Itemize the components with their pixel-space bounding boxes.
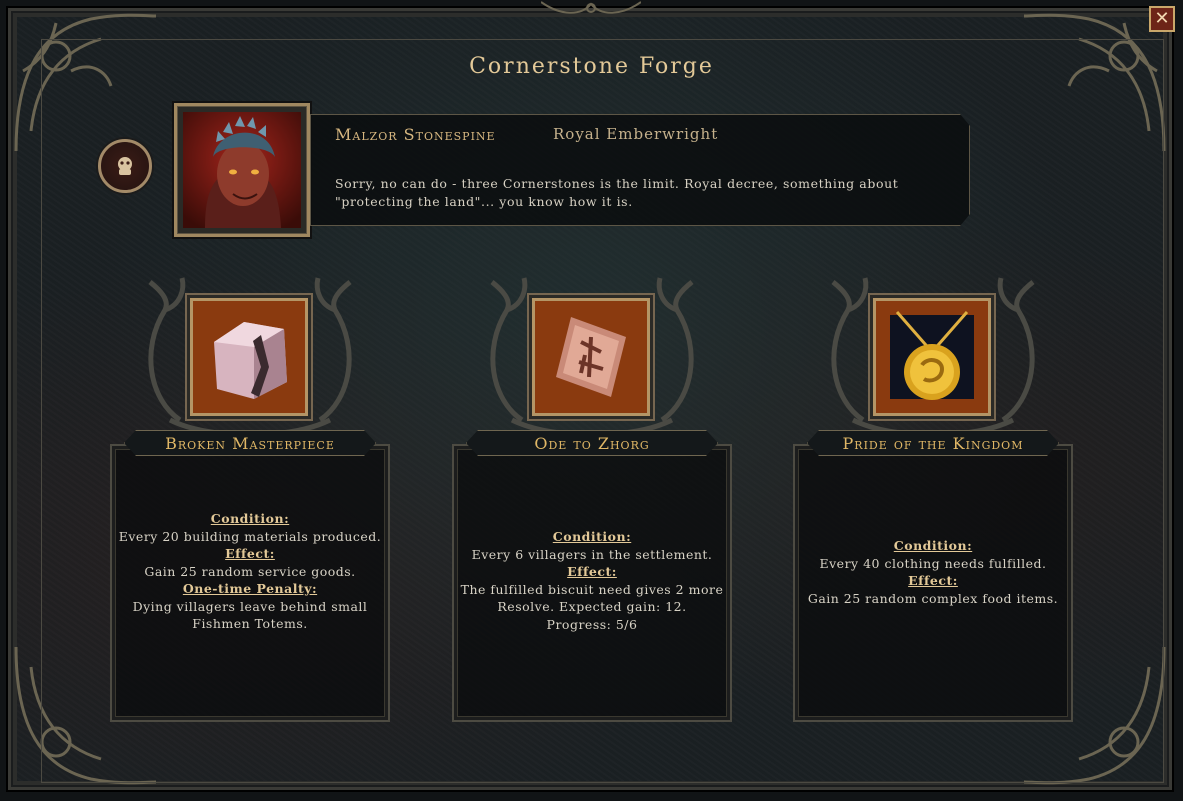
- condition-label: Condition:: [552, 529, 632, 544]
- faction-emblem-icon[interactable]: [98, 139, 152, 193]
- card-description: Condition: Every 40 clothing needs fulfi…: [799, 537, 1067, 607]
- condition-label: Condition:: [893, 538, 973, 553]
- top-ornament: [541, 1, 641, 14]
- lizard-character-icon: [183, 112, 301, 228]
- card-description: Condition: Every 6 villagers in the sett…: [458, 528, 726, 633]
- card-banner: Pride of the Kingdom: [807, 430, 1059, 456]
- condition-text: Every 20 building materials produced.: [118, 528, 382, 544]
- effect-label: Effect:: [567, 564, 617, 579]
- dialog-box: Malzor Stonespine Royal Emberwright Sorr…: [310, 114, 970, 226]
- progress-text: Progress: 5/6: [546, 616, 638, 632]
- condition-text: Every 40 clothing needs fulfilled.: [819, 555, 1047, 571]
- speaker-name: Malzor Stonespine: [335, 125, 496, 144]
- effect-label: Effect:: [225, 546, 275, 561]
- card-title: Broken Masterpiece: [165, 433, 335, 453]
- speaker-role: Royal Emberwright: [553, 125, 719, 143]
- effect-label: Effect:: [908, 573, 958, 588]
- card-banner: Broken Masterpiece: [124, 430, 376, 456]
- rune-stone-icon: [532, 298, 650, 416]
- gold-medallion-icon: [873, 298, 991, 416]
- card-banner: Ode to Zhorg: [466, 430, 718, 456]
- penalty-text: Dying villagers leave behind small Fishm…: [132, 598, 368, 632]
- cornerstone-card[interactable]: Ode to Zhorg Condition: Every 6 villager…: [452, 270, 732, 722]
- penalty-label: One-time Penalty:: [182, 581, 318, 596]
- cornerstone-card[interactable]: Broken Masterpiece Condition: Every 20 b…: [110, 270, 390, 722]
- window-title: Cornerstone Forge: [469, 54, 714, 79]
- dialog-quote: Sorry, no can do - three Cornerstones is…: [335, 176, 899, 209]
- effect-text: The fulfilled biscuit need gives 2 more …: [460, 581, 724, 615]
- card-title: Ode to Zhorg: [534, 433, 650, 453]
- broken-stone-block-icon: [190, 298, 308, 416]
- card-title: Pride of the Kingdom: [842, 433, 1024, 453]
- card-description: Condition: Every 20 building materials p…: [116, 510, 384, 633]
- cornerstone-card[interactable]: Pride of the Kingdom Condition: Every 40…: [793, 270, 1073, 722]
- condition-label: Condition:: [210, 511, 290, 526]
- effect-text: Gain 25 random complex food items.: [807, 590, 1059, 606]
- close-button[interactable]: ✕: [1149, 6, 1175, 32]
- effect-text: Gain 25 random service goods.: [144, 563, 356, 579]
- npc-portrait: [174, 103, 310, 237]
- condition-text: Every 6 villagers in the settlement.: [471, 546, 713, 562]
